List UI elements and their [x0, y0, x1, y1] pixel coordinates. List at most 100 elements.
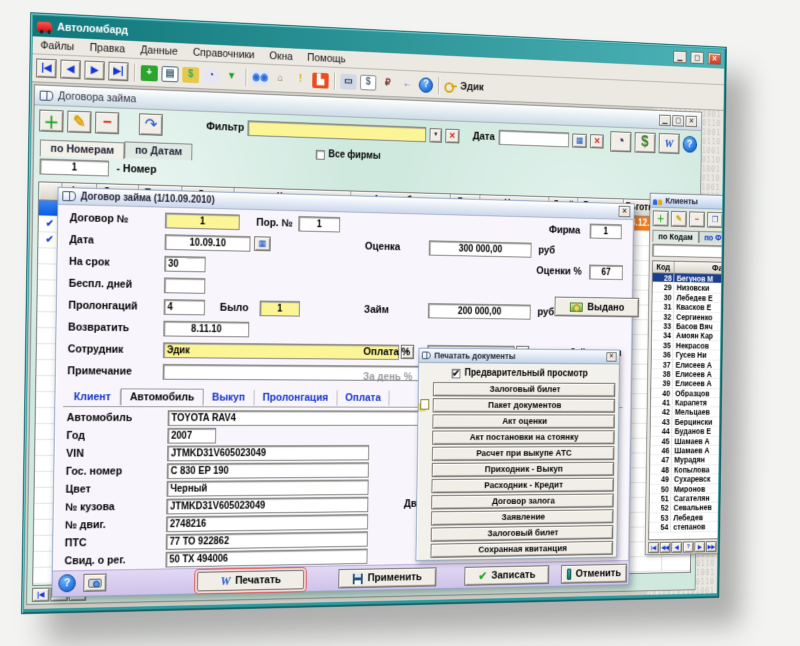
client-row[interactable]: 50 Миронов — [649, 483, 724, 495]
last-record-button[interactable]: ▶| — [108, 61, 129, 82]
client-row[interactable]: 49 Сухаревск — [649, 473, 724, 485]
print-doc-button[interactable]: Залоговый билет — [430, 525, 614, 542]
firm-input[interactable]: 1 — [589, 223, 622, 240]
preview-checkbox[interactable]: ✔ — [451, 368, 461, 379]
cancel-button[interactable]: Отменить — [560, 563, 628, 584]
clients-nav-prev[interactable]: ◀ — [671, 541, 683, 553]
calendar-icon[interactable]: ▦ — [572, 133, 588, 148]
back-icon[interactable]: ← — [399, 75, 416, 92]
word-print-button[interactable]: W — [658, 133, 680, 155]
client-row[interactable]: 41 Карапетя — [650, 398, 724, 408]
clients-table[interactable]: Код Фамилия 28 Бегунов М 29 Низовски 30 Лебед… — [648, 260, 724, 541]
tab-by-codes[interactable]: по Кодам — [652, 229, 699, 243]
close-button[interactable]: ✕ — [707, 52, 722, 65]
client-delete-button[interactable]: − — [689, 210, 705, 227]
print-doc-button[interactable]: Договор залога — [431, 493, 614, 510]
client-row[interactable]: 47 Мурадян — [650, 455, 724, 466]
add-record-button[interactable]: ＋ — [39, 109, 64, 133]
lamp-icon[interactable]: ! — [292, 71, 309, 88]
nav-first-button[interactable]: |◀ — [31, 587, 50, 602]
estimate-input[interactable]: 300 000,00 — [428, 240, 532, 258]
client-row[interactable]: 44 Буданов Е — [650, 426, 724, 437]
date-input[interactable]: 10.09.10 — [164, 234, 251, 252]
issued-button[interactable]: Выдано — [554, 296, 640, 318]
maximize-button[interactable]: ▢ — [690, 51, 704, 65]
menu-item[interactable]: Файлы — [33, 39, 82, 53]
filter-clear-icon[interactable]: ✕ — [445, 128, 460, 143]
date-filter-input[interactable] — [498, 129, 570, 148]
dialog-help-button[interactable]: ? — [58, 574, 76, 593]
help-icon[interactable]: ? — [418, 76, 434, 93]
delete-record-button[interactable]: − — [94, 111, 120, 135]
document-icon[interactable]: $ — [360, 74, 377, 91]
client-row[interactable]: 48 Копылова — [649, 464, 724, 475]
download-icon[interactable]: ▼ — [223, 68, 241, 85]
free-days-input[interactable] — [163, 277, 206, 294]
factory-icon[interactable]: ▙ — [312, 72, 329, 89]
client-row[interactable]: 46 Шамаев А — [650, 445, 724, 456]
client-copy-button[interactable]: ❐ — [707, 211, 723, 228]
print-button[interactable]: W Печатать — [196, 569, 305, 592]
tab-by-names[interactable]: по Фа — [698, 230, 724, 244]
money-icon[interactable]: $ — [182, 66, 200, 83]
menu-item[interactable]: Правка — [82, 41, 133, 55]
color-input[interactable]: Черный — [166, 479, 369, 497]
contract-no-input[interactable]: 1 — [164, 212, 240, 231]
print-doc-button[interactable]: Акт постановки на стоянку — [432, 430, 615, 445]
next-record-button[interactable]: ▶ — [84, 60, 105, 81]
dialog-tab-item[interactable]: Оплата — [336, 390, 390, 406]
client-row[interactable]: 42 Мельцаев — [650, 407, 724, 418]
prev-record-button[interactable]: ◀ — [60, 59, 81, 80]
was-input[interactable]: 1 — [259, 300, 300, 317]
tab-by-dates[interactable]: по Датам — [124, 141, 193, 161]
dialog-tab-item[interactable]: Клиент — [64, 389, 121, 406]
clients-nav-first[interactable]: |◀ — [648, 542, 659, 554]
dialog-tab-item[interactable]: Выкуп — [203, 389, 255, 406]
child-minimize-button[interactable]: ▁ — [659, 114, 671, 126]
clients-nav-next[interactable]: ▶ — [694, 541, 706, 553]
engine-no-input[interactable]: 2748216 — [165, 514, 369, 533]
client-row[interactable]: 45 Шамаев А — [650, 436, 724, 447]
print-doc-button[interactable]: Пакет документов — [432, 398, 616, 413]
client-edit-button[interactable]: ✎ — [670, 210, 687, 227]
clients-nav-fastprev[interactable]: ◀◀ — [659, 541, 671, 554]
tab-by-numbers[interactable]: по Номерам — [39, 139, 125, 160]
home-icon[interactable]: ⌂ — [272, 70, 289, 87]
return-input[interactable]: 8.11.10 — [163, 320, 250, 338]
print-doc-button[interactable]: Сохранная квитанция — [430, 540, 614, 558]
export-button[interactable]: ↷ — [139, 113, 163, 136]
clients-nav-last[interactable]: ▶| — [717, 540, 724, 553]
menu-item[interactable]: Справочники — [185, 46, 262, 61]
alarm-icon[interactable]: ◔ — [202, 67, 220, 84]
term-input[interactable]: 30 — [164, 255, 206, 273]
filter-input[interactable] — [247, 120, 426, 143]
print-doc-button[interactable]: Акт оценки — [432, 414, 615, 429]
prolong-input[interactable]: 4 — [163, 299, 206, 316]
child-close-button[interactable]: ✕ — [685, 115, 698, 127]
dialog-tab-item[interactable]: Пролонгация — [254, 389, 338, 406]
vin-input[interactable]: JTMKD31V605023049 — [167, 445, 370, 462]
payments-button[interactable]: $ — [634, 132, 656, 154]
menu-item[interactable]: Помощь — [300, 51, 353, 65]
plate-input[interactable]: C 830 EP 190 — [166, 462, 369, 480]
print-doc-button[interactable]: Расчет при выкупе АТС — [431, 446, 615, 461]
all-firms-checkbox[interactable] — [315, 149, 325, 160]
menu-item[interactable]: Окна — [262, 49, 300, 63]
body-no-input[interactable]: JTMKD31V605023049 — [166, 496, 369, 515]
print-doc-button[interactable]: Расходник - Кредит — [431, 477, 614, 494]
client-row[interactable]: 39 Елисеев А — [651, 378, 724, 389]
camera-button[interactable] — [83, 573, 107, 592]
clients-icon[interactable]: ◉◉ — [251, 69, 269, 86]
clients-nav-search[interactable]: ? — [682, 541, 694, 553]
contracts-help-button[interactable]: ? — [682, 135, 697, 153]
child-restore-button[interactable]: ▢ — [672, 114, 685, 127]
minimize-button[interactable]: ▁ — [673, 50, 687, 64]
print-doc-button[interactable]: Залоговый билет — [432, 382, 616, 397]
pts-input[interactable]: 77 ТО 922862 — [165, 531, 368, 550]
contracts-book-icon[interactable]: ▤ — [161, 65, 179, 82]
print-doc-button[interactable]: Приходник - Выкуп — [431, 461, 615, 478]
print-popup-close-icon[interactable]: ✕ — [606, 352, 617, 362]
computer-icon[interactable]: ▭ — [340, 73, 357, 90]
save-button[interactable]: ✔ Записать — [464, 565, 550, 586]
client-row[interactable]: 54 степанов — [649, 521, 724, 533]
